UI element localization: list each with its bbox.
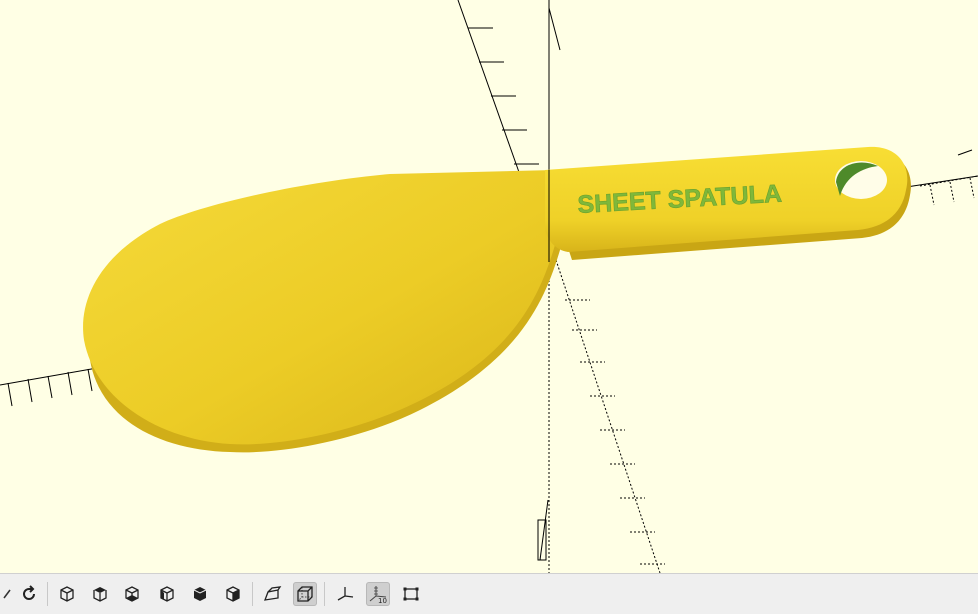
orthogonal-button[interactable] xyxy=(293,582,317,606)
spatula-blade xyxy=(83,170,556,445)
toolbar-separator xyxy=(252,582,253,606)
view-toolbar: 10 xyxy=(0,573,978,614)
view-right-icon xyxy=(193,587,207,601)
viewport-canvas[interactable]: SHEET SPATULA xyxy=(0,0,978,574)
view-iso-icon xyxy=(60,586,74,602)
show-edges-button[interactable] xyxy=(399,582,423,606)
toolbar-separator xyxy=(324,582,325,606)
3d-viewport[interactable]: SHEET SPATULA xyxy=(0,0,978,574)
view-bottom-button[interactable] xyxy=(120,582,144,606)
view-bottom-icon xyxy=(125,586,139,602)
view-right-button[interactable] xyxy=(188,582,212,606)
orthogonal-icon xyxy=(297,586,313,602)
toolbar-separator xyxy=(47,582,48,606)
reset-view-icon xyxy=(23,585,35,600)
perspective-button[interactable] xyxy=(260,582,284,606)
scale-markers-icon: 10 xyxy=(369,586,387,604)
view-front-icon xyxy=(226,586,240,602)
spatula-model[interactable]: SHEET SPATULA xyxy=(83,146,911,453)
y-axis-far xyxy=(457,0,521,176)
cut-off-toolbar-icon[interactable] xyxy=(0,582,18,606)
view-top-icon xyxy=(93,587,107,602)
perspective-icon xyxy=(264,586,282,601)
view-left-button[interactable] xyxy=(155,582,179,606)
view-front-button[interactable] xyxy=(221,582,245,606)
reset-view-button[interactable] xyxy=(17,582,41,606)
view-top-button[interactable] xyxy=(88,582,112,606)
scale-icon-label: 10 xyxy=(378,597,387,604)
x-axis-positive xyxy=(899,175,978,189)
axes-icon xyxy=(337,587,354,601)
edges-icon xyxy=(403,587,419,601)
view-perspective-button[interactable] xyxy=(55,582,79,606)
show-scale-button[interactable]: 10 xyxy=(366,582,390,606)
show-axes-button[interactable] xyxy=(333,582,357,606)
view-left-icon xyxy=(160,586,174,602)
